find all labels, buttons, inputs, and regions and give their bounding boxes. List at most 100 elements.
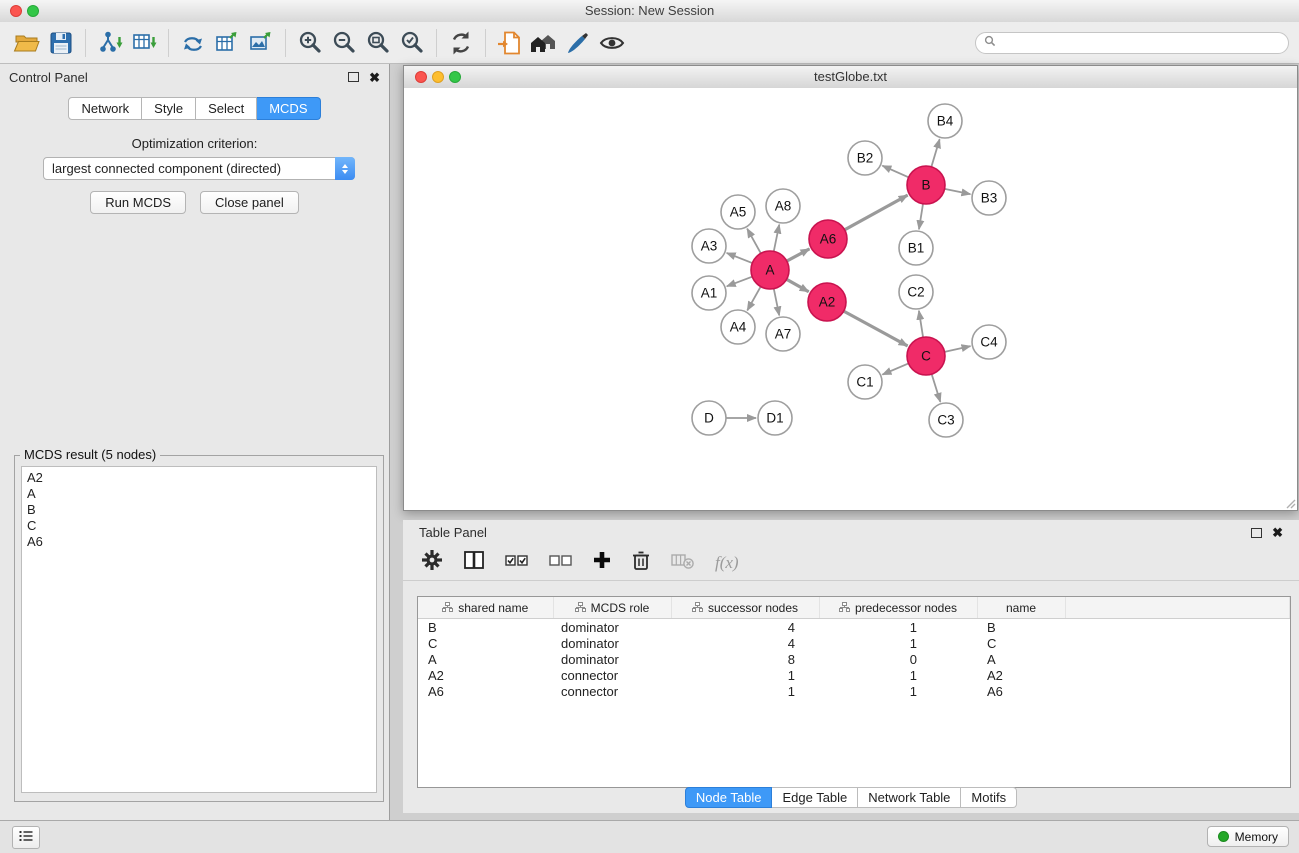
tab-mcds[interactable]: MCDS xyxy=(257,97,320,120)
close-window-button[interactable] xyxy=(10,5,22,17)
graph-node-A8[interactable]: A8 xyxy=(766,189,800,223)
criterion-select[interactable]: largest connected component (directed) xyxy=(43,157,355,180)
result-list-item[interactable]: A6 xyxy=(27,534,371,550)
result-list-item[interactable]: A xyxy=(27,486,371,502)
graph-edge-C-C3[interactable] xyxy=(932,374,941,402)
network-merge-button[interactable] xyxy=(176,26,210,60)
save-session-button[interactable] xyxy=(44,26,78,60)
graph-node-A1[interactable]: A1 xyxy=(692,276,726,310)
minimize-network-window-button[interactable] xyxy=(432,71,444,83)
graph-edge-A-A2[interactable] xyxy=(787,279,809,291)
home-button[interactable] xyxy=(527,26,561,60)
result-list-item[interactable]: B xyxy=(27,502,371,518)
graph-node-B3[interactable]: B3 xyxy=(972,181,1006,215)
show-graphics-details-button[interactable] xyxy=(595,26,629,60)
tab-select[interactable]: Select xyxy=(196,97,257,120)
zoom-out-button[interactable] xyxy=(327,26,361,60)
graph-node-D1[interactable]: D1 xyxy=(758,401,792,435)
zoom-in-button[interactable] xyxy=(293,26,327,60)
tab-style[interactable]: Style xyxy=(142,97,196,120)
tab-motifs[interactable]: Motifs xyxy=(961,787,1017,808)
result-list-item[interactable]: A2 xyxy=(27,470,371,486)
column-header-name[interactable]: name xyxy=(977,597,1065,619)
graph-edge-B-B4[interactable] xyxy=(931,139,939,167)
close-panel-icon[interactable]: ✖ xyxy=(369,71,380,84)
column-header-predecessor-nodes[interactable]: predecessor nodes xyxy=(819,597,977,619)
close-panel-button[interactable]: Close panel xyxy=(200,191,299,214)
graph-edge-B-B1[interactable] xyxy=(919,204,923,229)
result-list-item[interactable]: C xyxy=(27,518,371,534)
float-table-panel-icon[interactable] xyxy=(1251,528,1262,538)
import-table-button[interactable] xyxy=(127,26,161,60)
network-window-titlebar[interactable]: testGlobe.txt xyxy=(404,66,1297,89)
graph-node-C1[interactable]: C1 xyxy=(848,365,882,399)
run-mcds-button[interactable]: Run MCDS xyxy=(90,191,186,214)
zoom-window-button[interactable] xyxy=(27,5,39,17)
graph-node-A5[interactable]: A5 xyxy=(721,195,755,229)
import-file-button[interactable] xyxy=(493,26,527,60)
graph-node-C2[interactable]: C2 xyxy=(899,275,933,309)
table-row[interactable]: Adominator80A xyxy=(418,651,1290,667)
graph-node-C3[interactable]: C3 xyxy=(929,403,963,437)
float-panel-icon[interactable] xyxy=(348,72,359,82)
table-row[interactable]: A6connector11A6 xyxy=(418,683,1290,699)
network-canvas[interactable]: B4B2BB3A5A8A6B1A3AC2A1A2A4A7C4CC1C3DD1 xyxy=(404,88,1297,510)
graph-node-C[interactable]: C xyxy=(907,337,945,375)
graph-edge-A-A1[interactable] xyxy=(727,277,752,287)
graph-node-C4[interactable]: C4 xyxy=(972,325,1006,359)
tab-network[interactable]: Network xyxy=(68,97,142,120)
deselect-all-button[interactable] xyxy=(549,551,573,574)
delete-row-button[interactable] xyxy=(631,549,651,576)
mcds-result-list[interactable]: A2 A B C A6 xyxy=(21,466,377,793)
graph-node-A6[interactable]: A6 xyxy=(809,220,847,258)
graph-edge-C-C2[interactable] xyxy=(919,311,923,337)
zoom-selected-button[interactable] xyxy=(395,26,429,60)
graph-node-A[interactable]: A xyxy=(751,251,789,289)
apply-style-button[interactable] xyxy=(561,26,595,60)
add-row-button[interactable] xyxy=(593,551,611,574)
graph-edge-B-B3[interactable] xyxy=(945,189,971,194)
graph-edge-A-A4[interactable] xyxy=(747,287,760,311)
column-header-successor-nodes[interactable]: successor nodes xyxy=(671,597,819,619)
table-row[interactable]: Bdominator41B xyxy=(418,619,1290,636)
graph-edge-A2-C[interactable] xyxy=(844,311,908,346)
graph-node-A2[interactable]: A2 xyxy=(808,283,846,321)
table-row[interactable]: A2connector11A2 xyxy=(418,667,1290,683)
resize-grip[interactable] xyxy=(1284,497,1296,509)
graph-node-B2[interactable]: B2 xyxy=(848,141,882,175)
close-network-window-button[interactable] xyxy=(415,71,427,83)
import-network-button[interactable] xyxy=(93,26,127,60)
table-settings-button[interactable] xyxy=(421,549,443,576)
graph-edge-A6-B[interactable] xyxy=(845,195,908,230)
graph-node-A4[interactable]: A4 xyxy=(721,310,755,344)
graph-node-A3[interactable]: A3 xyxy=(692,229,726,263)
open-session-button[interactable] xyxy=(10,26,44,60)
graph-edge-B-B2[interactable] xyxy=(882,166,908,178)
function-builder-button[interactable]: f(x) xyxy=(715,553,739,573)
graph-edge-A-A5[interactable] xyxy=(747,229,761,254)
graph-edge-C-C1[interactable] xyxy=(882,363,908,374)
tab-node-table[interactable]: Node Table xyxy=(685,787,773,808)
graph-node-B4[interactable]: B4 xyxy=(928,104,962,138)
graph-edge-A-A7[interactable] xyxy=(774,289,779,316)
graph-node-A7[interactable]: A7 xyxy=(766,317,800,351)
delete-table-button[interactable] xyxy=(671,550,695,575)
close-table-panel-icon[interactable]: ✖ xyxy=(1272,526,1283,539)
zoom-fit-button[interactable] xyxy=(361,26,395,60)
column-header-shared-name[interactable]: shared name xyxy=(418,597,553,619)
tab-network-table[interactable]: Network Table xyxy=(858,787,961,808)
column-selector-button[interactable] xyxy=(463,549,485,576)
graph-node-B[interactable]: B xyxy=(907,166,945,204)
export-table-button[interactable] xyxy=(210,26,244,60)
graph-edge-A-A8[interactable] xyxy=(774,225,779,252)
zoom-network-window-button[interactable] xyxy=(449,71,461,83)
column-header-mcds-role[interactable]: MCDS role xyxy=(553,597,671,619)
memory-button[interactable]: Memory xyxy=(1207,826,1289,847)
graph-edge-A-A6[interactable] xyxy=(787,249,810,261)
export-image-button[interactable] xyxy=(244,26,278,60)
select-all-button[interactable] xyxy=(505,551,529,574)
tab-edge-table[interactable]: Edge Table xyxy=(772,787,858,808)
graph-node-D[interactable]: D xyxy=(692,401,726,435)
search-input[interactable] xyxy=(1001,35,1280,51)
graph-edge-A-A3[interactable] xyxy=(727,253,753,263)
